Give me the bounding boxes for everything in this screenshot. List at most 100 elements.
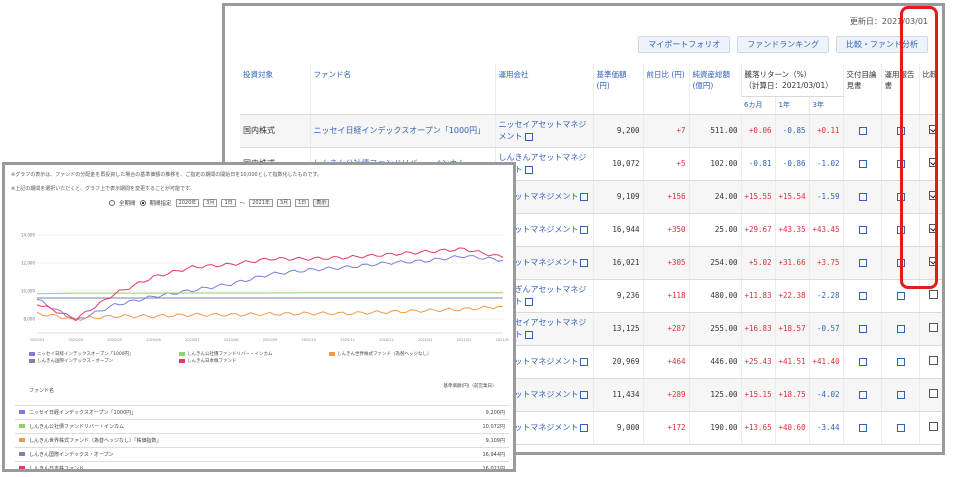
legend-swatch	[29, 352, 35, 356]
external-link-icon	[859, 258, 868, 267]
fund-assets: 254.00	[688, 246, 741, 280]
legend-item[interactable]: しんきん国際インデックス・オープン	[29, 358, 113, 364]
report-link[interactable]	[880, 345, 920, 379]
compare-checkbox[interactable]	[928, 421, 938, 431]
to-day-select[interactable]: 1日	[295, 199, 310, 207]
fund-ranking-button[interactable]: ファンドランキング	[737, 36, 829, 53]
fund-assets: 102.00	[688, 147, 741, 181]
prospectus-link[interactable]	[842, 246, 882, 280]
external-link-icon	[859, 159, 868, 168]
compare-checkbox[interactable]	[928, 289, 938, 299]
legend-item[interactable]: しんきん世界株式ファンド（為替ヘッジなし）	[329, 351, 432, 357]
fund-company-link[interactable]: ニッセイアセットマネジメント	[494, 114, 593, 148]
y-tick-label: 10,000	[21, 289, 35, 294]
compare-checkbox[interactable]	[928, 355, 938, 365]
fund-assets: 25.00	[688, 213, 741, 247]
x-tick-label: 2020/12	[379, 338, 394, 342]
return-3y: +43.45	[808, 213, 844, 247]
fund-nav: 11,434	[592, 378, 643, 412]
external-link-icon	[859, 291, 868, 300]
apply-button[interactable]: 表示	[313, 199, 330, 207]
compare-cell	[918, 378, 942, 412]
prospectus-link[interactable]	[842, 147, 882, 181]
external-link-icon	[897, 324, 906, 333]
x-tick-label: 2020/04	[69, 338, 84, 342]
fund-nav: 16,021	[592, 246, 643, 280]
header-assets[interactable]: 純資産総額 (億円)	[688, 64, 741, 115]
external-link-icon	[580, 225, 589, 234]
to-month-select[interactable]: 3月	[276, 199, 292, 207]
fund-assets: 511.00	[688, 114, 741, 148]
prospectus-link[interactable]	[842, 279, 882, 313]
return-3y: -2.28	[808, 279, 844, 313]
my-portfolio-button[interactable]: マイポートフォリオ	[638, 36, 731, 53]
return-3y: +41.40	[808, 345, 844, 379]
prospectus-link[interactable]	[842, 345, 882, 379]
prospectus-link[interactable]	[842, 213, 882, 247]
external-link-icon	[859, 192, 868, 201]
prospectus-link[interactable]	[842, 312, 882, 346]
header-6m[interactable]: 6カ月	[741, 96, 775, 115]
return-6m: +25.43	[740, 345, 775, 379]
legend-item[interactable]: しんきん公社債ファンドリバー・インカム	[179, 351, 273, 357]
header-fund[interactable]: ファンド名	[309, 64, 495, 115]
fund-assets: 480.00	[688, 279, 741, 313]
series-line	[36, 292, 503, 295]
holding-value: 10,072円	[482, 423, 506, 430]
report-link[interactable]	[880, 411, 920, 445]
fund-nav: 10,072	[592, 147, 643, 181]
fund-nav: 13,125	[592, 312, 643, 346]
external-link-icon	[524, 132, 533, 141]
report-link[interactable]	[880, 312, 920, 346]
return-1y: -0.85	[774, 114, 809, 148]
prospectus-link[interactable]	[842, 411, 882, 445]
holding-swatch	[19, 424, 25, 428]
chart-panel: ※グラフの表示は、ファンドの分配金を再投資した場合の基準価額の推移を、ご指定の期…	[2, 162, 516, 472]
from-day-select[interactable]: 1日	[221, 199, 236, 207]
x-tick-label: 2020/11	[340, 338, 355, 342]
legend-item[interactable]: しんきん日本株ファンド	[179, 358, 237, 364]
to-year-select[interactable]: 2021年	[249, 199, 273, 207]
from-month-select[interactable]: 3月	[203, 199, 218, 207]
return-1y: +43.35	[774, 213, 809, 247]
compare-checkbox[interactable]	[928, 388, 938, 398]
fund-change: +289	[642, 378, 689, 412]
fund-name-link[interactable]: ニッセイ日経インデックスオープン「1000円」	[309, 114, 495, 148]
range-all-radio[interactable]	[109, 200, 115, 206]
holding-swatch	[19, 466, 25, 469]
range-custom-radio[interactable]	[139, 200, 146, 206]
return-1y: +31.66	[774, 246, 809, 280]
return-6m: +11.83	[740, 279, 775, 313]
x-tick-label: 2020/08	[224, 338, 239, 342]
x-tick-label: 2021/02	[457, 338, 472, 342]
prospectus-link[interactable]	[842, 378, 882, 412]
compare-cell	[918, 411, 942, 445]
compare-checkbox[interactable]	[928, 322, 938, 332]
header-nav[interactable]: 基準価額 (円)	[592, 64, 643, 115]
header-change[interactable]: 前日比 (円)	[642, 64, 689, 115]
from-year-select[interactable]: 2020年	[175, 199, 200, 207]
header-3y[interactable]: 3年	[808, 96, 844, 115]
legend-swatch	[329, 352, 335, 356]
y-tick-label: 8,000	[24, 317, 36, 322]
header-target[interactable]: 投資対象	[240, 64, 310, 115]
fund-change: +7	[642, 114, 689, 148]
legend-item[interactable]: ニッセイ日経インデックスオープン「1000円」	[29, 351, 134, 357]
return-3y: -4.02	[808, 378, 844, 412]
header-company[interactable]: 運用会社	[494, 64, 593, 115]
external-link-icon	[859, 324, 868, 333]
fund-assets: 24.00	[688, 180, 741, 214]
header-1y[interactable]: 1年	[774, 96, 809, 115]
header-returns: 騰落リターン（%） （計算日：2021/03/01）	[740, 64, 844, 97]
y-tick-label: 14,000	[21, 233, 35, 238]
external-link-icon	[859, 225, 868, 234]
return-1y: +18.75	[774, 378, 809, 412]
external-link-icon	[580, 357, 589, 366]
holding-swatch	[19, 410, 25, 414]
prospectus-link[interactable]	[842, 114, 882, 148]
legend-label: しんきん国際インデックス・オープン	[37, 359, 114, 364]
compare-cell	[918, 345, 942, 379]
prospectus-link[interactable]	[842, 180, 882, 214]
fund-assets: 125.00	[688, 378, 741, 412]
report-link[interactable]	[880, 378, 920, 412]
